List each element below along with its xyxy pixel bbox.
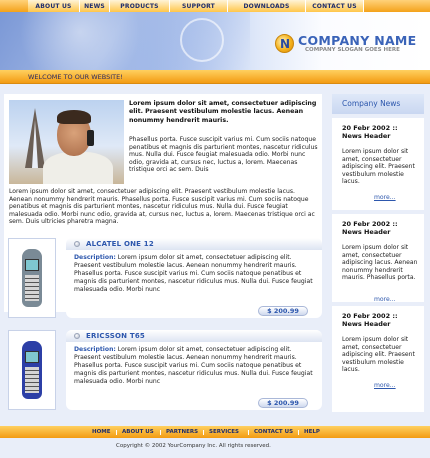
product-item: ERICSSON T65 Description: Lorem ipsum do…	[4, 330, 322, 410]
product-card: ERICSSON T65 Description: Lorem ipsum do…	[66, 330, 322, 410]
footer-nav-home[interactable]: HOME	[92, 429, 111, 435]
footer-nav-help[interactable]: HELP	[304, 429, 320, 435]
bullet-icon	[74, 333, 80, 339]
news-item: 20 Febr 2002 :: News Header Lorem ipsum …	[332, 302, 424, 402]
company-logo-icon[interactable]: N	[275, 34, 294, 53]
footer-nav-contact-us[interactable]: CONTACT US	[254, 429, 293, 435]
footer-nav-services[interactable]: SERVICES	[209, 429, 239, 435]
product-description: Description: Lorem ipsum dolor sit amet,…	[74, 346, 313, 385]
copyright-text: Copyright © 2002 YourCompany Inc. All ri…	[116, 443, 271, 449]
product-item: ALCATEL ONE 12 Description: Lorem ipsum …	[4, 238, 322, 318]
news-header: Company News	[332, 94, 424, 114]
product-name[interactable]: ERICSSON T65	[86, 332, 145, 340]
top-nav: ABOUT US NEWS PRODUCTS SUPPORT DOWNLOADS…	[0, 0, 430, 12]
bottom-nav: HOME ABOUT US PARTNERS SERVICES CONTACT …	[0, 426, 430, 438]
news-header-text: News Header	[342, 132, 391, 140]
nav-support[interactable]: SUPPORT	[170, 0, 228, 12]
product-image[interactable]	[8, 330, 56, 410]
news-date: 20 Febr 2002 ::	[342, 124, 398, 132]
welcome-text: WELCOME TO OUR WEBSITE!	[28, 73, 123, 81]
news-text: Lorem ipsum dolor sit amet, consectetuer…	[342, 148, 415, 186]
footer-nav-partners[interactable]: PARTNERS	[166, 429, 198, 435]
nav-contact-us[interactable]: CONTACT US	[306, 0, 364, 12]
price-badge[interactable]: $ 200.99	[258, 398, 308, 408]
nav-about-us[interactable]: ABOUT US	[28, 0, 80, 12]
more-link[interactable]: more...	[374, 382, 396, 389]
more-link[interactable]: more...	[374, 194, 396, 201]
news-item: 20 Febr 2002 :: News Header Lorem ipsum …	[332, 210, 424, 312]
news-title: Company News	[342, 99, 401, 108]
nav-news[interactable]: NEWS	[80, 0, 110, 12]
company-name[interactable]: COMPANY NAME	[298, 33, 417, 48]
price-badge[interactable]: $ 200.99	[258, 306, 308, 316]
intro-photo	[9, 100, 124, 184]
news-date: 20 Febr 2002 ::	[342, 220, 398, 228]
news-header-text: News Header	[342, 228, 391, 236]
news-header-text: News Header	[342, 320, 391, 328]
footer-nav-about-us[interactable]: ABOUT US	[122, 429, 154, 435]
product-image[interactable]	[8, 238, 56, 318]
news-item: 20 Febr 2002 :: News Header Lorem ipsum …	[332, 114, 424, 210]
intro-paragraph: Phasellus porta. Fusce suscipit varius m…	[129, 136, 318, 174]
main-content: Lorem ipsum dolor sit amet, consectetuer…	[0, 84, 325, 424]
header-banner: N COMPANY NAME COMPANY SLOGAN GOES HERE	[0, 12, 430, 70]
product-description: Description: Lorem ipsum dolor sit amet,…	[74, 254, 313, 293]
welcome-band: WELCOME TO OUR WEBSITE!	[0, 70, 430, 84]
company-slogan: COMPANY SLOGAN GOES HERE	[305, 47, 400, 53]
news-text: Lorem ipsum dolor sit amet, consectetuer…	[342, 336, 415, 374]
nav-downloads[interactable]: DOWNLOADS	[228, 0, 306, 12]
footer: Copyright © 2002 YourCompany Inc. All ri…	[0, 438, 430, 458]
bullet-icon	[74, 241, 80, 247]
news-date: 20 Febr 2002 ::	[342, 312, 398, 320]
product-card: ALCATEL ONE 12 Description: Lorem ipsum …	[66, 238, 322, 318]
product-name[interactable]: ALCATEL ONE 12	[86, 240, 154, 248]
intro-paragraph: Lorem ipsum dolor sit amet, consectetuer…	[9, 188, 315, 226]
intro-lead: Lorem ipsum dolor sit amet, consectetuer…	[129, 100, 317, 124]
compass-graphic	[180, 18, 224, 62]
news-text: Lorem ipsum dolor sit amet, consectetuer…	[342, 244, 418, 282]
news-sidebar: Company News 20 Febr 2002 :: News Header…	[332, 94, 424, 412]
nav-products[interactable]: PRODUCTS	[110, 0, 170, 12]
